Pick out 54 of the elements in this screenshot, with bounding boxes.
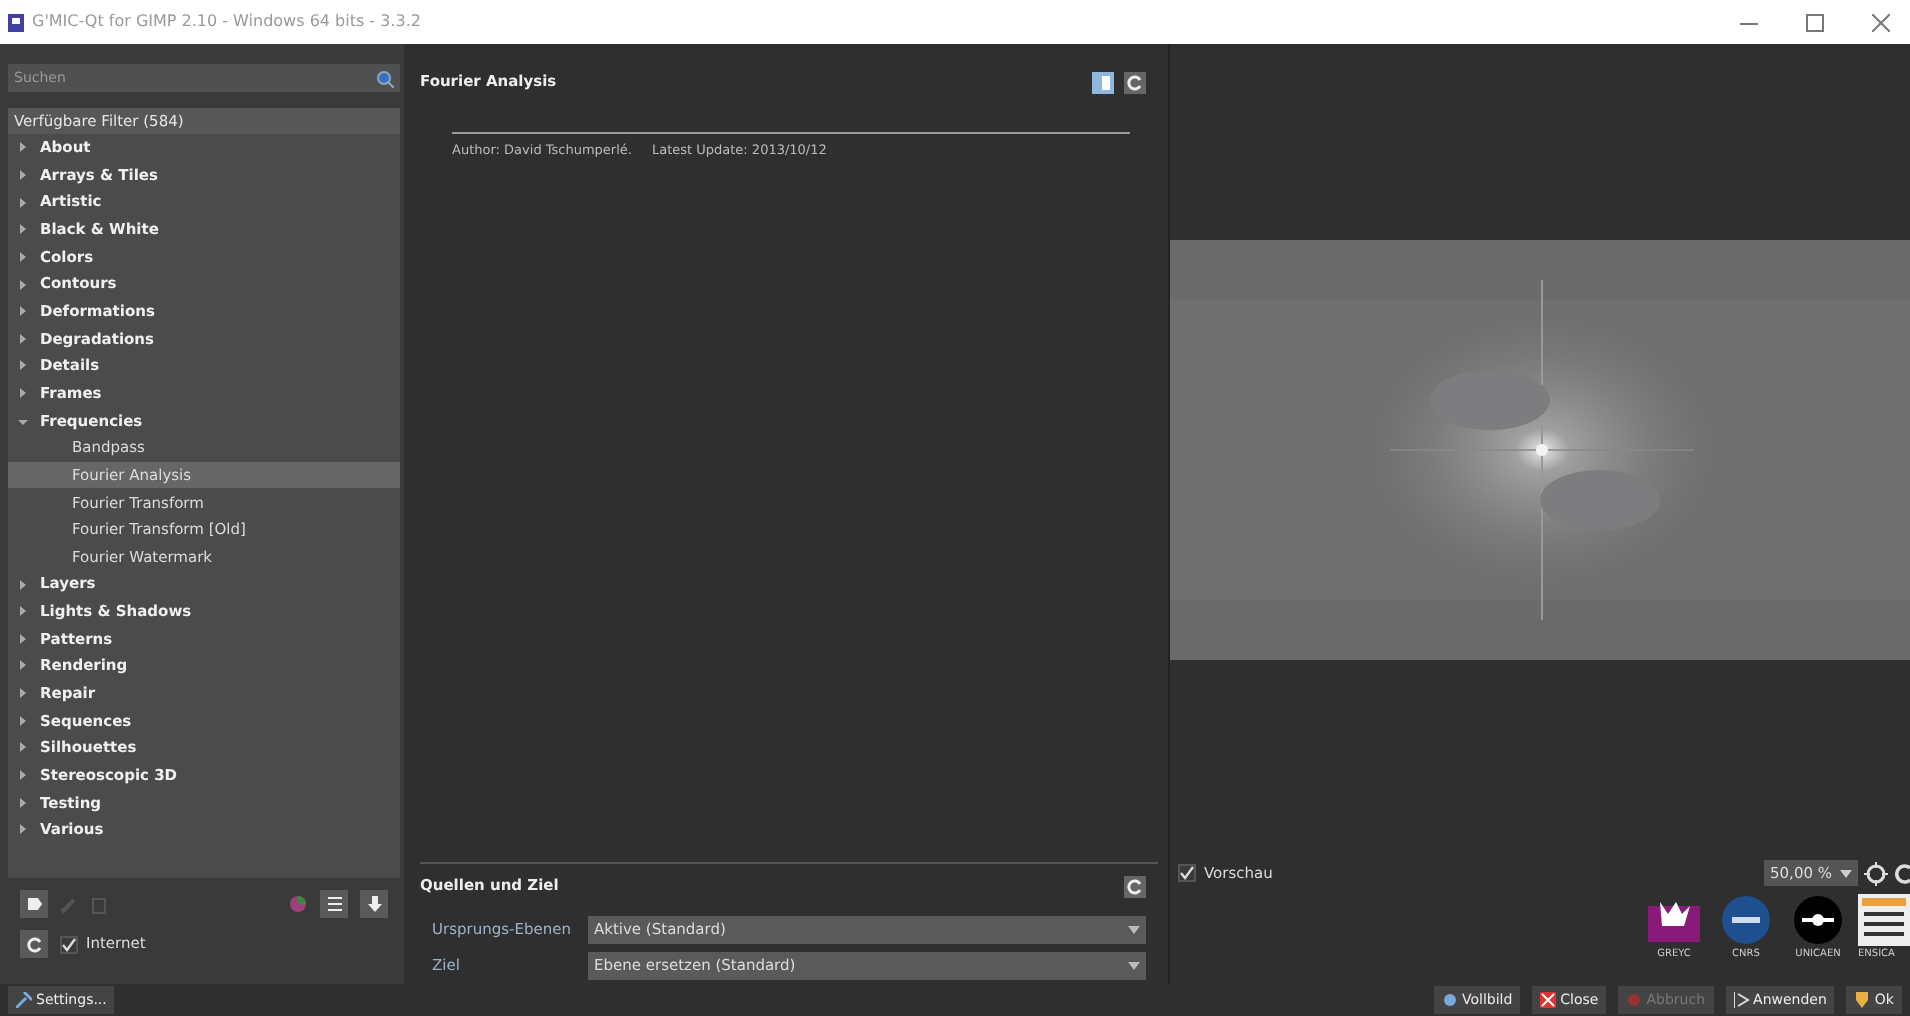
expand-arrow-icon[interactable] <box>18 333 28 344</box>
logo-icon <box>1858 894 1910 946</box>
dot-icon <box>1441 992 1458 1008</box>
refresh-button[interactable] <box>20 930 48 958</box>
expand-arrow-icon[interactable] <box>18 824 28 835</box>
refresh-icon[interactable] <box>1894 861 1910 885</box>
caret-icon <box>1840 869 1852 877</box>
add-favorite-button[interactable] <box>20 890 48 918</box>
expand-arrow-icon[interactable] <box>18 142 28 153</box>
close-icon <box>1540 992 1557 1008</box>
expand-arrow-icon[interactable] <box>18 606 28 617</box>
expand-arrow-icon[interactable] <box>18 279 28 290</box>
color-wheel-icon[interactable] <box>288 894 308 914</box>
logo-icon <box>1720 894 1772 946</box>
expand-arrow-icon[interactable] <box>18 633 28 644</box>
expand-arrow-icon[interactable] <box>18 688 28 699</box>
refresh-icon <box>25 935 43 953</box>
expand-arrow-icon[interactable] <box>18 715 28 726</box>
list-icon <box>325 895 343 913</box>
list-view-button[interactable] <box>320 890 348 918</box>
expand-arrow-icon[interactable] <box>18 197 28 208</box>
expand-arrow-icon[interactable] <box>18 579 28 590</box>
reset-icon[interactable] <box>1124 71 1146 93</box>
download-button[interactable] <box>360 890 388 918</box>
reset-icon[interactable] <box>1124 875 1146 897</box>
expand-arrow-icon[interactable] <box>18 360 28 371</box>
copy-icon[interactable] <box>1092 71 1114 93</box>
expand-arrow-icon[interactable] <box>18 224 28 235</box>
expand-arrow-icon[interactable] <box>18 306 28 317</box>
checkbox[interactable] <box>60 935 78 953</box>
expand-arrow-icon[interactable] <box>18 251 28 262</box>
expand-arrow-icon[interactable] <box>18 169 28 180</box>
app-icon <box>8 12 24 32</box>
caret-icon <box>1128 926 1140 935</box>
window-title: G'MIC-Qt for GIMP 2.10 - Windows 64 bits - 3.3.2 <box>32 10 421 34</box>
collapse-arrow-icon[interactable] <box>18 415 28 426</box>
expand-arrow-icon[interactable] <box>18 742 28 753</box>
expand-arrow-icon[interactable] <box>18 388 28 399</box>
expand-arrow-icon[interactable] <box>18 660 28 671</box>
dot-icon <box>1626 992 1643 1008</box>
tag-icon <box>25 895 43 913</box>
expand-arrow-icon[interactable] <box>18 770 28 781</box>
shield-icon <box>1854 992 1871 1008</box>
caret-icon <box>1128 962 1140 971</box>
wrench-icon <box>16 992 32 1008</box>
zoom-fit-icon[interactable] <box>1864 861 1888 885</box>
checkbox[interactable] <box>1178 864 1196 882</box>
logo-icon <box>1792 894 1844 946</box>
expand-arrow-icon[interactable] <box>18 797 28 808</box>
search-icon <box>376 69 394 87</box>
play-icon <box>1733 992 1750 1008</box>
close-icon[interactable] <box>1872 13 1890 31</box>
maximize-icon[interactable] <box>1806 13 1824 31</box>
download-icon <box>365 895 383 913</box>
